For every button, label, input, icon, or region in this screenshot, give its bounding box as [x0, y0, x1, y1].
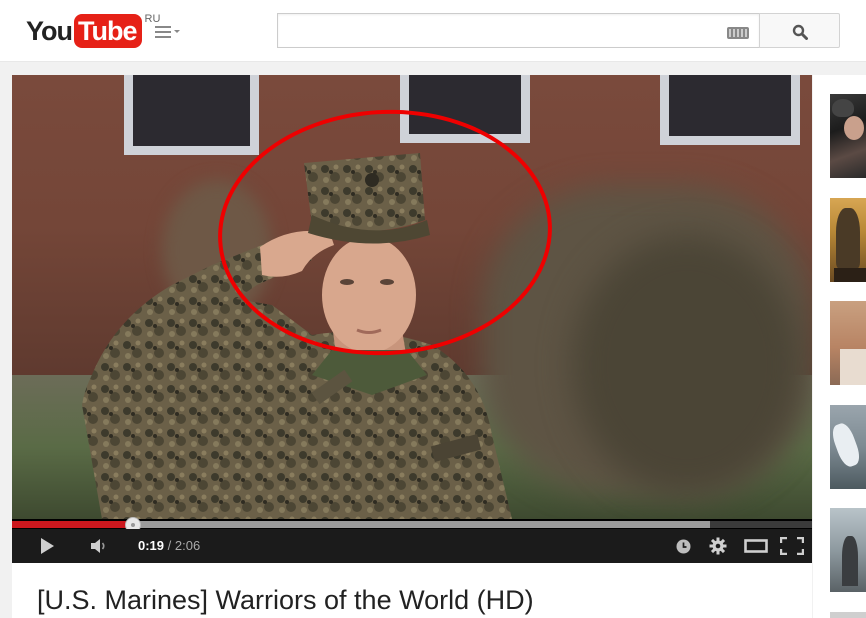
fullscreen-button[interactable] — [778, 529, 806, 563]
fullscreen-icon — [780, 537, 804, 555]
related-video-thumbnail[interactable] — [830, 612, 866, 618]
related-video-thumbnail[interactable] — [830, 301, 866, 385]
related-video-thumbnail[interactable] — [830, 405, 866, 489]
chevron-down-icon — [174, 30, 180, 33]
player-controls: 0:19 / 2:06 — [12, 529, 812, 563]
search-icon — [792, 24, 808, 40]
progress-played — [12, 521, 133, 528]
youtube-logo[interactable]: You Tube RU — [26, 13, 160, 48]
search-box — [277, 13, 759, 48]
time-display: 0:19 / 2:06 — [138, 539, 200, 553]
volume-button[interactable] — [86, 529, 112, 563]
clock-icon — [676, 539, 690, 553]
progress-bar[interactable] — [12, 517, 812, 533]
video-frame[interactable] — [12, 75, 812, 519]
related-videos-sidebar — [813, 75, 866, 618]
search-input[interactable] — [278, 14, 718, 47]
gear-icon — [709, 537, 727, 555]
volume-icon — [91, 539, 105, 553]
masthead: You Tube RU — [0, 0, 866, 62]
duration: 2:06 — [174, 538, 201, 553]
play-icon — [41, 538, 54, 554]
logo-text-tube: Tube — [74, 14, 142, 48]
related-video-thumbnail[interactable] — [830, 198, 866, 282]
theater-mode-button[interactable] — [742, 529, 770, 563]
search-button[interactable] — [759, 13, 840, 48]
logo-text-you: You — [26, 16, 73, 46]
keyboard-icon[interactable] — [727, 27, 749, 39]
related-video-thumbnail[interactable] — [830, 508, 866, 592]
current-time: 0:19 — [138, 538, 165, 553]
settings-button[interactable] — [706, 529, 730, 563]
theater-mode-icon — [744, 539, 768, 553]
video-info-card: [U.S. Marines] Warriors of the World (HD… — [12, 563, 812, 618]
play-button[interactable] — [30, 529, 64, 563]
watch-later-button[interactable] — [672, 529, 694, 563]
time-separator: / — [167, 538, 172, 553]
video-player[interactable]: 0:19 / 2:06 — [12, 75, 812, 563]
video-title: [U.S. Marines] Warriors of the World (HD… — [37, 585, 534, 615]
related-video-thumbnail[interactable] — [830, 94, 866, 178]
guide-menu-button[interactable] — [153, 22, 183, 42]
progress-track — [12, 517, 812, 533]
